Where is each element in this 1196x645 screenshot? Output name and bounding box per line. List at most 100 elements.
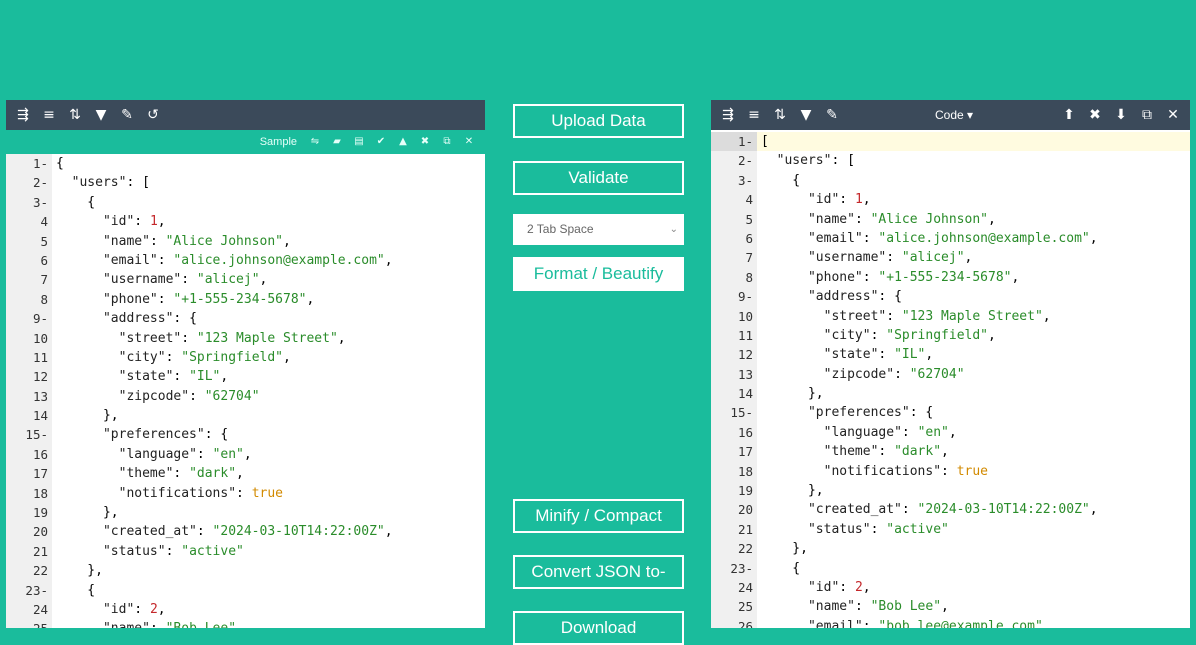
line-number: 25 xyxy=(711,597,757,617)
save-icon[interactable]: ▤ xyxy=(349,132,369,152)
line-number: 5 xyxy=(711,209,757,229)
line-number: 26 xyxy=(711,616,757,628)
sort-icon[interactable]: ⇅ xyxy=(64,104,86,126)
output-editor-panel: ⇶ ≡ ⇅ ▼ ✎ Code ▾ ⬆ ✖ ⬇ ⧉ ✕ 1- [2- "users"… xyxy=(711,100,1190,628)
copy-icon[interactable]: ⧉ xyxy=(437,132,457,152)
line-number: 7 xyxy=(6,270,52,290)
code-line: 11 "city": "Springfield", xyxy=(711,325,1190,346)
code-line: 13 "zipcode": "62704" xyxy=(6,386,485,407)
sort-icon[interactable]: ⇅ xyxy=(769,104,791,126)
indent-icon[interactable]: ⇶ xyxy=(717,104,739,126)
code-line: 4 "id": 1, xyxy=(6,212,485,232)
download-button[interactable]: Download xyxy=(513,611,684,645)
code-line: 8 "phone": "+1-555-234-5678", xyxy=(711,267,1190,288)
clear-icon[interactable]: ✖ xyxy=(1084,104,1106,126)
code-text: "created_at": "2024-03-10T14:22:00Z", xyxy=(807,502,1098,518)
expand-icon[interactable]: ⬆ xyxy=(1058,104,1080,126)
code-line: 7 "username": "alicej", xyxy=(711,248,1190,268)
download-icon[interactable]: ⬇ xyxy=(1110,104,1132,126)
line-number: 1- xyxy=(711,132,757,152)
wrench-icon[interactable]: ✎ xyxy=(116,104,138,126)
line-number: 19 xyxy=(711,481,757,501)
code-text: "id": 1, xyxy=(807,192,871,208)
filter-icon[interactable]: ▼ xyxy=(90,104,112,126)
sample-link[interactable]: Sample xyxy=(260,136,297,148)
code-line: 18 "notifications": true xyxy=(711,461,1190,482)
line-number: 24 xyxy=(6,599,52,620)
lines-icon[interactable]: ≡ xyxy=(38,104,60,126)
code-text: "username": "alicej", xyxy=(807,250,973,266)
code-mode-select[interactable]: Code ▾ xyxy=(935,108,973,122)
code-line: 12 "state": "IL", xyxy=(711,345,1190,365)
check-icon[interactable]: ✔ xyxy=(371,132,391,152)
code-text: "zipcode": "62704" xyxy=(823,366,965,382)
code-text: }, xyxy=(761,386,824,402)
code-line: 21 "status": "active" xyxy=(711,519,1190,540)
code-line: 11 "city": "Springfield", xyxy=(6,347,485,368)
upload-data-button[interactable]: Upload Data xyxy=(513,104,684,138)
lines-icon[interactable]: ≡ xyxy=(743,104,765,126)
code-text: [ xyxy=(761,134,769,149)
print-icon[interactable]: ▲ xyxy=(393,132,413,152)
code-line: 2- "users": [ xyxy=(6,173,485,193)
code-line: 16 "language": "en", xyxy=(6,444,485,465)
folder-icon[interactable]: ▰ xyxy=(327,132,347,152)
minify-compact-button[interactable]: Minify / Compact xyxy=(513,499,684,533)
validate-button[interactable]: Validate xyxy=(513,161,684,195)
close-icon[interactable]: ✕ xyxy=(1162,104,1184,126)
code-line: 6 "email": "alice.johnson@example.com", xyxy=(6,250,485,271)
code-line: 17 "theme": "dark", xyxy=(6,464,485,484)
code-text: "name": "Bob Lee", xyxy=(52,619,485,628)
code-text: "users": [ xyxy=(776,153,855,169)
close-icon[interactable]: ✕ xyxy=(459,132,479,152)
line-number: 17 xyxy=(711,442,757,462)
copy-icon[interactable]: ⧉ xyxy=(1136,104,1158,126)
code-text: "preferences": { xyxy=(807,405,934,421)
code-text: "state": "IL", xyxy=(118,369,229,385)
code-line: 19 }, xyxy=(711,481,1190,501)
clear-icon[interactable]: ✖ xyxy=(415,132,435,152)
code-text: "language": "en", xyxy=(118,446,252,462)
code-line: 3- { xyxy=(711,170,1190,191)
undo-icon[interactable]: ↺ xyxy=(142,104,164,126)
code-line: 10 "street": "123 Maple Street", xyxy=(711,306,1190,326)
code-text: "name": "Bob Lee", xyxy=(807,599,949,615)
format-beautify-button[interactable]: Format / Beautify xyxy=(513,257,684,291)
line-number: 4 xyxy=(711,190,757,210)
convert-json-button[interactable]: Convert JSON to- xyxy=(513,555,684,589)
line-number: 23- xyxy=(711,558,757,578)
code-line: 5 "name": "Alice Johnson", xyxy=(711,209,1190,229)
input-editor-panel: ⇶ ≡ ⇅ ▼ ✎ ↺ Sample ⇋ ▰ ▤ ✔ ▲ ✖ ⧉ ✕ 1- {2-… xyxy=(6,100,485,628)
code-text: { xyxy=(56,156,64,171)
line-number: 25 xyxy=(6,619,52,628)
code-line: 3- { xyxy=(6,192,485,213)
code-text: "phone": "+1-555-234-5678", xyxy=(102,291,315,307)
line-number: 9- xyxy=(6,309,52,329)
code-text: }, xyxy=(56,408,119,424)
tab-space-select[interactable]: 2 Tab Space ⌄ xyxy=(513,214,684,245)
indent-icon[interactable]: ⇶ xyxy=(12,104,34,126)
filter-icon[interactable]: ▼ xyxy=(795,104,817,126)
line-number: 22 xyxy=(6,561,52,581)
line-number: 16 xyxy=(6,444,52,465)
input-code-editor[interactable]: 1-{2- "users": [3- {4 "id": 1, 5 "name": … xyxy=(6,154,485,628)
line-number: 11 xyxy=(711,325,757,346)
input-subbar: Sample ⇋ ▰ ▤ ✔ ▲ ✖ ⧉ ✕ xyxy=(6,130,485,154)
output-code-editor[interactable]: 1-[2- "users": [3- {4 "id": 1, 5 "name": … xyxy=(711,130,1190,628)
swap-icon[interactable]: ⇋ xyxy=(305,132,325,152)
line-number: 12 xyxy=(711,345,757,365)
code-text: "state": "IL", xyxy=(823,347,934,363)
line-number: 19 xyxy=(6,503,52,523)
code-text: }, xyxy=(761,483,824,499)
code-line: 23- { xyxy=(711,558,1190,578)
code-line: 14 }, xyxy=(6,406,485,426)
code-line: 7 "username": "alicej", xyxy=(6,270,485,290)
input-toolbar: ⇶ ≡ ⇅ ▼ ✎ ↺ xyxy=(6,100,485,130)
code-line: 15- "preferences": { xyxy=(711,403,1190,423)
code-line: 9- "address": { xyxy=(6,309,485,329)
code-text: "notifications": true xyxy=(823,463,988,479)
code-text: "phone": "+1-555-234-5678", xyxy=(807,269,1020,285)
wrench-icon[interactable]: ✎ xyxy=(821,104,843,126)
line-number: 5 xyxy=(6,231,52,251)
line-number: 6 xyxy=(711,228,757,249)
